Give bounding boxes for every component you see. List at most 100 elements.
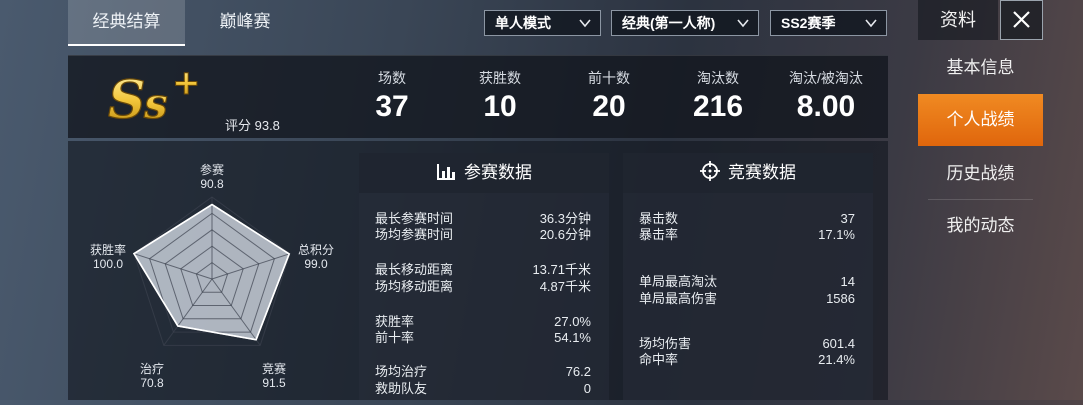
data-row: 场均移动距离 4.87千米 xyxy=(375,279,591,295)
chevron-down-icon xyxy=(737,19,749,28)
radar-axis-name: 获胜率 xyxy=(89,243,126,257)
row-value: 27.0% xyxy=(554,314,591,329)
radar-axis-value: 91.5 xyxy=(262,376,286,390)
radar-axis-value: 99.0 xyxy=(304,257,328,271)
stat-value: 10 xyxy=(483,90,517,123)
data-row: 暴击数 37 xyxy=(639,211,855,227)
tab-peak-match[interactable]: 巅峰赛 xyxy=(185,0,305,46)
data-row: 暴击率 17.1% xyxy=(639,227,855,243)
row-label: 最长移动距离 xyxy=(375,262,454,277)
radar-axis-name: 参赛 xyxy=(199,163,224,177)
stat-eliminations: 淘汰数 216 xyxy=(668,68,768,124)
row-value: 20.6分钟 xyxy=(539,227,591,242)
side-item-history-record[interactable]: 历史战绩 xyxy=(918,148,1043,200)
side-item-basic-info[interactable]: 基本信息 xyxy=(918,42,1043,94)
season-dropdown-label: SS2赛季 xyxy=(781,15,836,31)
data-row: 场均治疗 76.2 xyxy=(375,364,591,380)
radar-axis-name: 治疗 xyxy=(139,362,164,376)
radar-label-win-rate: 获胜率 100.0 xyxy=(86,243,130,271)
stat-label: 场数 xyxy=(378,70,406,86)
map-dropdown[interactable]: 经典(第一人称) xyxy=(611,10,759,36)
radar-label-competition: 竞赛 91.5 xyxy=(254,362,294,390)
radar-axis-value: 100.0 xyxy=(92,257,124,271)
mode-dropdown[interactable]: 单人模式 xyxy=(484,10,601,36)
row-label: 前十率 xyxy=(375,330,415,345)
data-row: 最长移动距离 13.71千米 xyxy=(375,262,591,278)
mode-dropdown-label: 单人模式 xyxy=(495,15,551,31)
panel-title: 竞赛数据 xyxy=(728,163,796,182)
data-row: 命中率 21.4% xyxy=(639,352,855,368)
data-row: 获胜率 27.0% xyxy=(375,314,591,330)
row-value: 21.4% xyxy=(818,352,855,367)
data-row: 最长参赛时间 36.3分钟 xyxy=(375,211,591,227)
data-row: 场均伤害 601.4 xyxy=(639,336,855,352)
radar-label-total-score: 总积分 99.0 xyxy=(294,243,338,271)
stat-wins: 获胜数 10 xyxy=(450,68,550,124)
combat-panel-header: 竞赛数据 xyxy=(623,153,873,193)
side-item-personal-record[interactable]: 个人战绩 xyxy=(918,94,1043,146)
data-row: 前十率 54.1% xyxy=(375,330,591,346)
row-label: 救助队友 xyxy=(375,381,428,396)
map-dropdown-label: 经典(第一人称) xyxy=(622,15,716,31)
data-row: 单局最高伤害 1586 xyxy=(639,291,855,307)
row-value: 0 xyxy=(583,381,591,396)
summary-stats-bar: S s + 评分 93.8 场数 37 获胜数 10 前十数 20 淘汰数 21… xyxy=(68,55,888,138)
stat-value: 20 xyxy=(592,90,626,123)
side-item-my-activity[interactable]: 我的动态 xyxy=(918,200,1043,252)
combat-panel: 竞赛数据 暴击数 37 暴击率 17.1% 单局最高淘汰 14 单局最高伤害 1586 … xyxy=(623,153,873,400)
row-label: 获胜率 xyxy=(375,314,415,329)
stat-value: 37 xyxy=(375,90,409,123)
row-label: 暴击率 xyxy=(639,227,679,242)
svg-text:S: S xyxy=(108,70,146,128)
profile-side-panel: 资料 基本信息 个人战绩 历史战绩 我的动态 xyxy=(918,0,1043,400)
data-row: 救助队友 0 xyxy=(375,381,591,397)
row-value: 54.1% xyxy=(554,330,591,345)
radar-axis-value: 70.8 xyxy=(140,376,164,390)
rank-badge-logo: S s + xyxy=(107,63,201,129)
stat-value: 8.00 xyxy=(796,90,856,123)
row-label: 场均伤害 xyxy=(639,336,692,351)
stat-label: 淘汰数 xyxy=(697,70,739,86)
row-value: 17.1% xyxy=(818,227,855,242)
row-value: 76.2 xyxy=(565,364,591,379)
row-label: 命中率 xyxy=(639,352,679,367)
data-row: 场均参赛时间 20.6分钟 xyxy=(375,227,591,243)
stat-top-ten: 前十数 20 xyxy=(559,68,659,124)
stat-label: 前十数 xyxy=(588,70,630,86)
close-button[interactable] xyxy=(1000,0,1043,40)
row-value: 37 xyxy=(840,211,855,226)
chevron-down-icon xyxy=(865,19,877,28)
radar-axis-value: 90.8 xyxy=(200,177,224,191)
stat-label: 淘汰/被淘汰 xyxy=(789,70,863,86)
row-value: 36.3分钟 xyxy=(539,211,591,226)
crosshair-icon xyxy=(700,161,720,181)
svg-text:s: s xyxy=(143,79,168,128)
panel-title: 参赛数据 xyxy=(464,163,532,182)
radar-axis-name: 竞赛 xyxy=(261,362,286,376)
close-icon xyxy=(1013,11,1030,28)
season-dropdown[interactable]: SS2赛季 xyxy=(770,10,887,36)
row-label: 暴击数 xyxy=(639,211,679,226)
stat-matches: 场数 37 xyxy=(342,68,442,124)
top-tab-bar: 经典结算 巅峰赛 xyxy=(68,0,386,46)
participation-panel-header: 参赛数据 xyxy=(359,153,609,193)
radar-chart: 参赛 90.8 总积分 99.0 竞赛 91.5 治疗 70.8 获胜率 100… xyxy=(68,141,356,400)
stat-label: 获胜数 xyxy=(479,70,521,86)
stat-value: 216 xyxy=(692,90,744,123)
svg-text:+: + xyxy=(172,63,201,103)
side-panel-title: 资料 xyxy=(918,0,998,40)
row-value: 4.87千米 xyxy=(539,279,591,294)
row-label: 单局最高淘汰 xyxy=(639,274,718,289)
radar-axis-name: 总积分 xyxy=(297,243,334,257)
row-label: 场均治疗 xyxy=(375,364,428,379)
detail-area: 参赛 90.8 总积分 99.0 竞赛 91.5 治疗 70.8 获胜率 100… xyxy=(68,141,888,400)
tab-classic-summary[interactable]: 经典结算 xyxy=(68,0,185,46)
row-value: 13.71千米 xyxy=(532,262,591,277)
row-value: 601.4 xyxy=(822,336,855,351)
row-label: 场均参赛时间 xyxy=(375,227,454,242)
participation-panel: 参赛数据 最长参赛时间 36.3分钟 场均参赛时间 20.6分钟 最长移动距离 13.… xyxy=(359,153,609,400)
row-label: 最长参赛时间 xyxy=(375,211,454,226)
row-label: 场均移动距离 xyxy=(375,279,454,294)
bar-chart-icon xyxy=(437,164,455,180)
stat-kd-ratio: 淘汰/被淘汰 8.00 xyxy=(776,68,876,124)
